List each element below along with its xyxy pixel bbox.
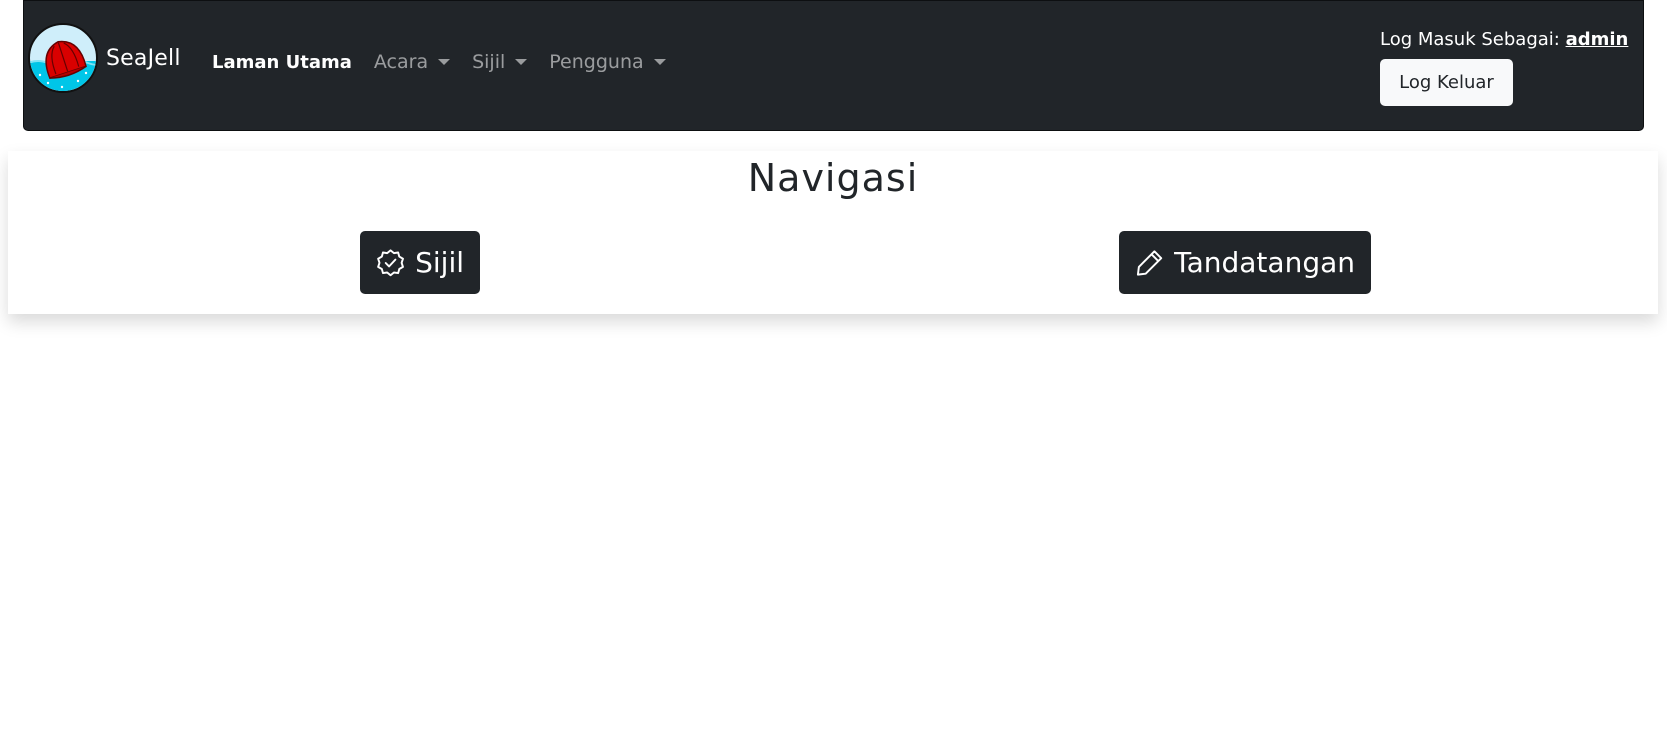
user-area: Log Masuk Sebagai: admin Log Keluar: [1380, 29, 1628, 106]
nav-links: Laman Utama Acara Sijil Pengguna: [212, 51, 688, 73]
top-navbar: SeaJell Laman Utama Acara Sijil Pengguna…: [23, 0, 1644, 131]
page-title: Navigasi: [747, 156, 919, 200]
tandatangan-button-label: Tandatangan: [1174, 246, 1355, 279]
nav-dropdown-sijil[interactable]: Sijil: [472, 51, 528, 73]
nav-link-laman-utama[interactable]: Laman Utama: [212, 52, 352, 73]
patch-check-icon: [377, 248, 404, 276]
caret-down-icon: [515, 59, 528, 65]
sijil-button[interactable]: Sijil: [360, 231, 480, 294]
seajell-logo-icon: [28, 23, 98, 93]
logged-in-status: Log Masuk Sebagai: admin: [1380, 29, 1628, 50]
nav-dropdown-sijil-label: Sijil: [472, 51, 506, 73]
caret-down-icon: [653, 59, 666, 65]
pencil-icon: [1136, 249, 1163, 276]
tandatangan-button[interactable]: Tandatangan: [1119, 231, 1371, 294]
caret-down-icon: [438, 59, 451, 65]
sijil-button-label: Sijil: [415, 246, 464, 279]
nav-dropdown-acara[interactable]: Acara: [373, 51, 451, 73]
nav-dropdown-acara-label: Acara: [373, 51, 429, 73]
nav-dropdown-pengguna[interactable]: Pengguna: [549, 51, 666, 73]
username-link[interactable]: admin: [1566, 29, 1629, 50]
logout-button[interactable]: Log Keluar: [1380, 59, 1513, 106]
brand-link[interactable]: SeaJell: [28, 23, 181, 93]
logged-in-prefix: Log Masuk Sebagai:: [1380, 29, 1560, 50]
nav-dropdown-pengguna-label: Pengguna: [549, 51, 644, 73]
navigation-card: Navigasi Sijil Tandatangan: [8, 151, 1658, 314]
brand-name: SeaJell: [106, 45, 181, 71]
